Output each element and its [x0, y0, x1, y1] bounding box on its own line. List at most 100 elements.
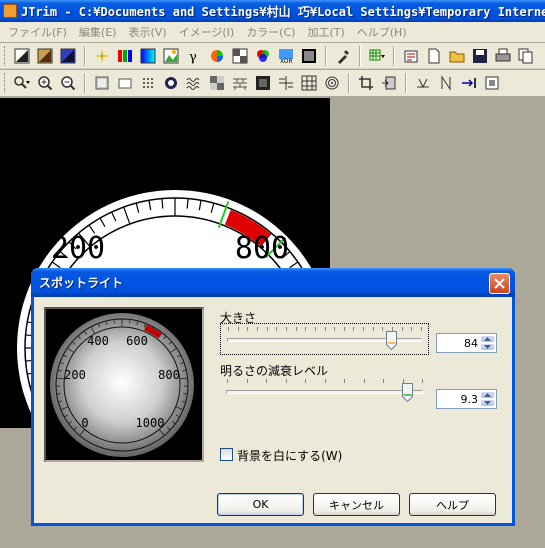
- slider-tick: [353, 327, 355, 331]
- picture-icon[interactable]: [161, 46, 181, 66]
- slider-tick: [266, 379, 267, 383]
- size-slider[interactable]: [220, 323, 429, 355]
- sepia-icon[interactable]: [35, 46, 55, 66]
- falloff-slider[interactable]: [220, 376, 429, 408]
- print-icon[interactable]: [493, 46, 513, 66]
- falloff-spinbox[interactable]: 9.3: [436, 389, 497, 409]
- zoom-in-icon[interactable]: [35, 73, 55, 93]
- rgb-icon[interactable]: [115, 46, 135, 66]
- sparkle-icon[interactable]: [92, 46, 112, 66]
- toolbar-separator: [84, 73, 86, 93]
- falloff-up-button[interactable]: [480, 391, 495, 399]
- toolbar-tools: [0, 70, 545, 97]
- size-down-button[interactable]: [480, 343, 495, 351]
- noise-icon[interactable]: [253, 73, 273, 93]
- preview-label-1000: 1000: [136, 416, 165, 430]
- menu-help[interactable]: ヘルプ(H): [351, 24, 413, 40]
- window-fit-icon[interactable]: [482, 73, 502, 93]
- resize-icon[interactable]: [379, 73, 399, 93]
- slider-tick: [343, 327, 345, 331]
- gradient-icon[interactable]: [138, 46, 158, 66]
- emboss-icon[interactable]: [92, 73, 112, 93]
- menu-image[interactable]: イメージ(I): [173, 24, 241, 40]
- slider-tick: [363, 327, 365, 331]
- copy-icon[interactable]: [516, 46, 536, 66]
- rotate-icon[interactable]: [459, 73, 479, 93]
- falloff-slider-ticks: [227, 379, 423, 384]
- preview-label-600: 600: [126, 334, 148, 348]
- gamma-icon[interactable]: γ: [184, 46, 204, 66]
- xor-icon[interactable]: XOR: [276, 46, 296, 66]
- negative-icon[interactable]: [58, 46, 78, 66]
- menu-view[interactable]: 表示(V): [122, 24, 172, 40]
- slider-tick: [422, 379, 423, 383]
- slider-tick: [411, 327, 413, 331]
- window-titlebar: JTrim - C:¥Documents and Settings¥村山 巧¥L…: [0, 0, 545, 22]
- slider-tick: [372, 327, 374, 331]
- gauge-label-400: 400: [103, 159, 157, 194]
- cancel-button[interactable]: キャンセル: [313, 493, 400, 516]
- chevron-down-icon: [484, 345, 491, 349]
- eyedropper-icon[interactable]: [333, 46, 353, 66]
- preview-label-200: 200: [64, 368, 86, 382]
- flip-vertical-icon[interactable]: [436, 73, 456, 93]
- toolbar-separator: [359, 45, 361, 66]
- spotlight-dialog: スポットライト 400 600 200 800 0 1000 大きさ 84 明る…: [31, 268, 515, 526]
- brick-icon[interactable]: [230, 73, 250, 93]
- dots-icon[interactable]: [138, 73, 158, 93]
- close-icon: [494, 278, 505, 289]
- falloff-down-button[interactable]: [480, 399, 495, 407]
- size-up-button[interactable]: [480, 335, 495, 343]
- preview-label-0: 0: [81, 416, 88, 430]
- preview-pane: 400 600 200 800 0 1000: [44, 307, 204, 462]
- menu-color[interactable]: カラー(C): [240, 24, 301, 40]
- menu-file[interactable]: ファイル(F): [2, 24, 73, 40]
- falloff-slider-track: [226, 390, 423, 394]
- spotlight-icon[interactable]: [161, 73, 181, 93]
- color-wheel-icon[interactable]: [207, 46, 227, 66]
- grayscale-icon[interactable]: [12, 46, 32, 66]
- menu-process[interactable]: 加工(T): [301, 24, 350, 40]
- dialog-titlebar[interactable]: スポットライト: [31, 268, 515, 297]
- new-file-icon[interactable]: [424, 46, 444, 66]
- grid-dropdown-icon[interactable]: [367, 46, 387, 66]
- checker-icon[interactable]: [230, 46, 250, 66]
- slider-tick: [324, 327, 326, 331]
- help-button[interactable]: ヘルプ: [409, 493, 496, 516]
- property-icon[interactable]: [401, 46, 421, 66]
- wave-icon[interactable]: [184, 73, 204, 93]
- tile-icon[interactable]: [299, 73, 319, 93]
- slider-tick: [247, 327, 249, 331]
- crop-icon[interactable]: [356, 73, 376, 93]
- preview-gauge: 400 600 200 800 0 1000: [50, 313, 194, 457]
- slider-tick: [227, 379, 228, 383]
- slider-tick: [382, 327, 384, 331]
- menu-edit[interactable]: 編集(E): [73, 24, 123, 40]
- channels-icon[interactable]: [253, 46, 273, 66]
- frame-icon[interactable]: [115, 73, 135, 93]
- size-slider-thumb[interactable]: [385, 331, 397, 350]
- slider-tick: [266, 327, 268, 331]
- slider-tick: [401, 327, 403, 331]
- preview-label-400: 400: [87, 334, 109, 348]
- slider-tick: [305, 379, 306, 383]
- size-spinbox[interactable]: 84: [436, 333, 497, 353]
- window-grid-icon[interactable]: [276, 73, 296, 93]
- slider-tick: [314, 327, 316, 331]
- white-background-checkbox[interactable]: [220, 448, 233, 461]
- falloff-slider-thumb[interactable]: [402, 383, 414, 402]
- open-folder-icon[interactable]: [447, 46, 467, 66]
- vortex-icon[interactable]: [322, 73, 342, 93]
- close-button[interactable]: [489, 273, 510, 294]
- mosaic-icon[interactable]: [207, 73, 227, 93]
- monochrome-icon[interactable]: [299, 46, 319, 66]
- zoom-out-icon[interactable]: [58, 73, 78, 93]
- svg-text:XOR: XOR: [280, 58, 293, 64]
- ok-button[interactable]: OK: [217, 493, 304, 516]
- toolbar-separator: [405, 73, 407, 93]
- save-icon[interactable]: [470, 46, 490, 66]
- toolbar-gripper: [4, 73, 7, 93]
- white-background-label[interactable]: 背景を白にする(W): [237, 447, 342, 464]
- zoom-dropdown-icon[interactable]: [12, 73, 32, 93]
- flip-horizontal-icon[interactable]: [413, 73, 433, 93]
